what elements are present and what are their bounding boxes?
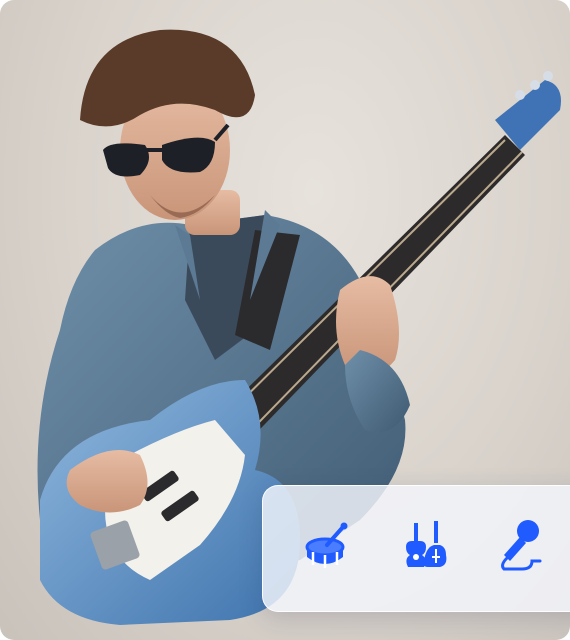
hero-card xyxy=(0,0,570,640)
microphone-button[interactable] xyxy=(485,510,555,580)
drum-button[interactable] xyxy=(290,510,360,580)
microphone-icon xyxy=(501,520,542,571)
drum-icon xyxy=(305,522,348,568)
instrument-toolbar xyxy=(262,485,570,612)
guitars-icon xyxy=(406,521,447,567)
guitars-button[interactable] xyxy=(389,510,459,580)
